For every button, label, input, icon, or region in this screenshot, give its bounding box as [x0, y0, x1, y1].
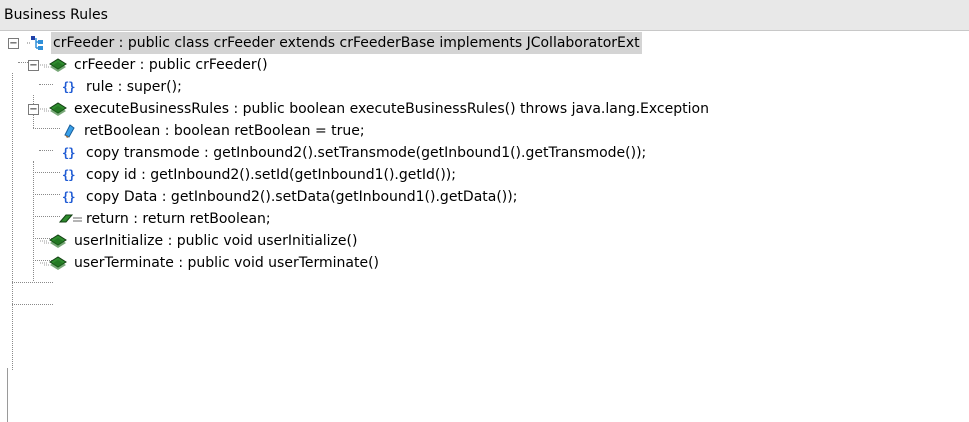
tree-node-rule[interactable]: {} copy Data : getInbound2().setData(get… — [0, 186, 969, 208]
tree-node-variable[interactable]: retBoolean : boolean retBoolean = true; — [0, 120, 969, 142]
tree-node-label: copy transmode : getInbound2().setTransm… — [86, 145, 647, 161]
tree-connector — [12, 304, 53, 305]
variable-icon — [64, 124, 75, 138]
tree-node-method[interactable]: − executeBusinessRules : public boolean … — [0, 98, 969, 120]
method-icon — [40, 102, 67, 116]
tree-node-label: crFeeder : public class crFeeder extends… — [51, 32, 642, 54]
tree-connector — [12, 282, 53, 283]
tree-node-label: userInitialize : public void userInitial… — [74, 233, 358, 249]
tree-node-method[interactable]: userInitialize : public void userInitial… — [0, 230, 969, 252]
tree-node-return[interactable]: return : return retBoolean; — [0, 208, 969, 230]
rule-braces-icon: {} — [62, 190, 75, 204]
method-icon — [40, 58, 67, 72]
rule-braces-icon: {} — [62, 146, 75, 160]
panel-header: Business Rules — [0, 0, 969, 31]
return-icon — [58, 214, 82, 223]
tree-node-rule[interactable]: {} rule : super(); — [0, 76, 969, 98]
method-icon — [40, 234, 67, 248]
business-rules-tree[interactable]: − crFeeder : public class crFeeder exten… — [0, 30, 969, 422]
tree-node-label: userTerminate : public void userTerminat… — [74, 255, 380, 271]
tree-node-label: rule : super(); — [86, 79, 182, 95]
collapse-toggle[interactable]: − — [28, 104, 39, 115]
tree-node-class[interactable]: − crFeeder : public class crFeeder exten… — [0, 32, 969, 54]
tree-node-rule[interactable]: {} copy id : getInbound2().setId(getInbo… — [0, 164, 969, 186]
tree-node-label: return : return retBoolean; — [86, 211, 271, 227]
method-icon — [40, 256, 67, 270]
tree-node-label: copy id : getInbound2().setId(getInbound… — [86, 167, 456, 183]
tree-node-label: executeBusinessRules : public boolean ex… — [74, 101, 709, 117]
tree-node-label: crFeeder : public crFeeder() — [74, 57, 268, 73]
tree-node-method[interactable]: userTerminate : public void userTerminat… — [0, 252, 969, 274]
panel-title: Business Rules — [4, 7, 108, 23]
collapse-toggle[interactable]: − — [28, 60, 39, 71]
rule-braces-icon: {} — [62, 168, 75, 182]
tree-node-constructor[interactable]: − crFeeder : public crFeeder() — [0, 54, 969, 76]
rule-braces-icon: {} — [62, 80, 75, 94]
class-icon — [27, 36, 43, 50]
tree-node-label: copy Data : getInbound2().setData(getInb… — [86, 189, 518, 205]
tree-node-label: retBoolean : boolean retBoolean = true; — [84, 123, 365, 139]
panel-edge — [7, 368, 8, 422]
collapse-toggle[interactable]: − — [8, 38, 19, 49]
tree-node-rule[interactable]: {} copy transmode : getInbound2().setTra… — [0, 142, 969, 164]
